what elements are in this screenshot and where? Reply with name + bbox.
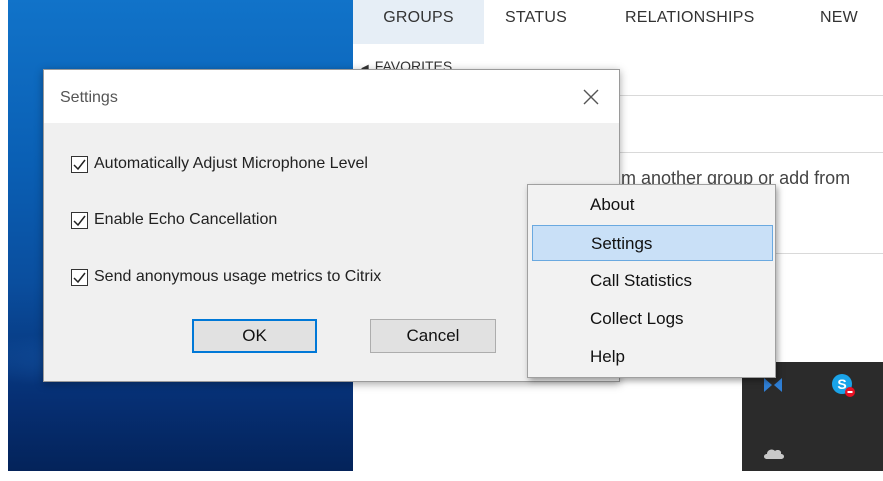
tab-status[interactable]: STATUS [505, 0, 567, 44]
tab-new[interactable]: NEW [820, 0, 858, 44]
menu-item-about[interactable]: About [532, 187, 773, 223]
checkmark-icon [73, 215, 86, 226]
checkbox-label: Enable Echo Cancellation [94, 211, 278, 228]
checkbox-label: Automatically Adjust Microphone Level [94, 155, 368, 172]
checkmark-icon [73, 272, 86, 283]
menu-item-call-statistics[interactable]: Call Statistics [532, 263, 773, 299]
checkbox-row-echo-cancel[interactable]: Enable Echo Cancellation [71, 209, 277, 231]
citrix-icon[interactable] [762, 376, 784, 394]
onedrive-icon[interactable] [762, 446, 786, 460]
checkbox-adjust-mic[interactable] [71, 155, 88, 173]
menu-item-label: About [590, 195, 635, 214]
ok-button[interactable]: OK [192, 319, 317, 353]
checkmark-icon [73, 159, 86, 170]
close-icon[interactable] [580, 86, 602, 108]
tab-groups[interactable]: GROUPS [353, 0, 484, 44]
checkbox-row-usage-metrics[interactable]: Send anonymous usage metrics to Citrix [71, 266, 381, 288]
tray-overflow-panel: S [742, 362, 883, 471]
dialog-title-bar[interactable]: Settings [44, 70, 619, 123]
skype-icon[interactable]: S [830, 372, 856, 398]
tray-context-menu: About Settings Call Statistics Collect L… [527, 184, 776, 378]
menu-item-settings[interactable]: Settings [532, 225, 773, 261]
svg-text:S: S [837, 376, 846, 392]
dialog-title: Settings [60, 89, 118, 106]
app-tab-bar: GROUPS STATUS RELATIONSHIPS NEW [353, 0, 883, 44]
menu-item-label: Settings [591, 234, 653, 253]
menu-item-label: Help [590, 347, 625, 366]
checkbox-row-adjust-mic[interactable]: Automatically Adjust Microphone Level [71, 153, 368, 175]
menu-item-label: Collect Logs [590, 309, 684, 328]
menu-item-label: Call Statistics [590, 271, 693, 290]
checkbox-echo-cancel[interactable] [71, 211, 88, 229]
checkbox-label: Send anonymous usage metrics to Citrix [94, 268, 382, 285]
menu-item-collect-logs[interactable]: Collect Logs [532, 301, 773, 337]
cancel-button[interactable]: Cancel [370, 319, 496, 353]
menu-item-help[interactable]: Help [532, 339, 773, 375]
tab-relationships[interactable]: RELATIONSHIPS [625, 0, 754, 44]
checkbox-usage-metrics[interactable] [71, 268, 88, 286]
